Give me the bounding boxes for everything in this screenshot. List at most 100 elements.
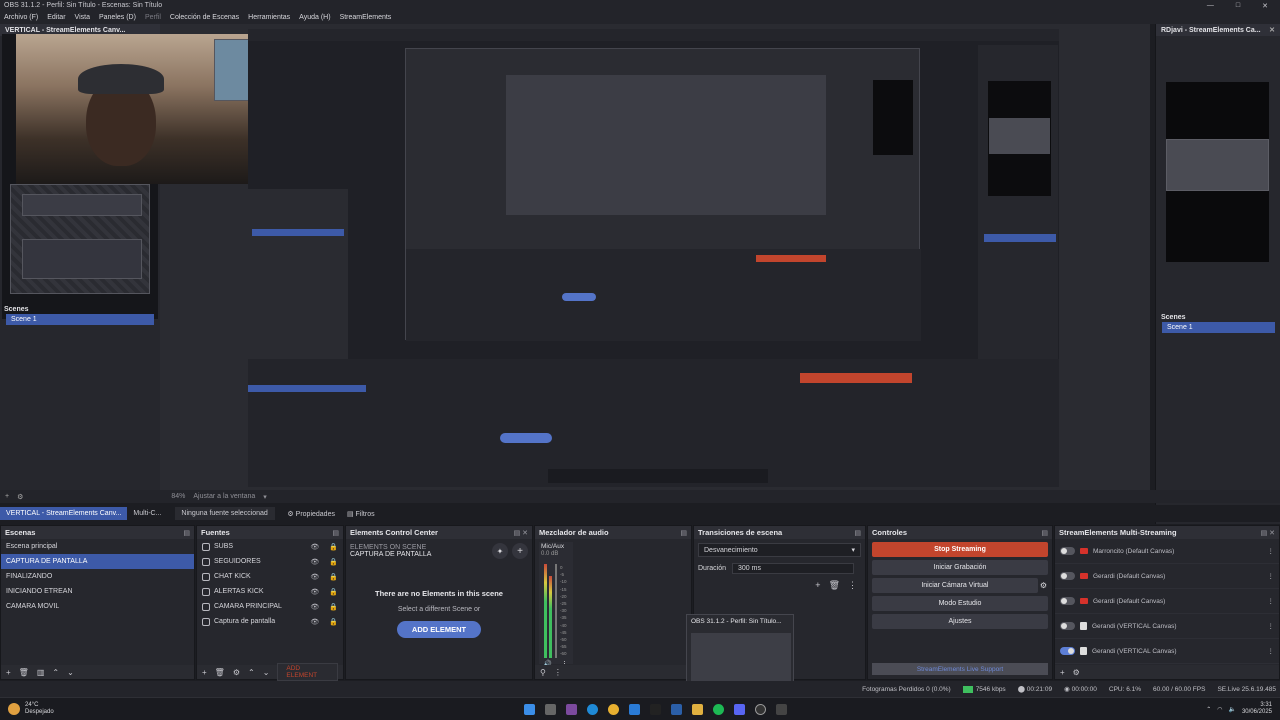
more-icon[interactable]: ⋮ <box>848 580 857 591</box>
eye-icon[interactable]: 👁 <box>310 558 319 566</box>
app-icon[interactable] <box>775 703 787 715</box>
lock-icon[interactable]: 🔒 <box>329 573 338 581</box>
more-icon[interactable]: ⋮ <box>1268 647 1275 655</box>
filter-icon[interactable]: ▥ <box>37 668 45 677</box>
mail-icon[interactable] <box>628 703 640 715</box>
edge-icon[interactable] <box>586 703 598 715</box>
taskbar-preview-tooltip[interactable]: OBS 31.1.2 - Perfil: Sin Título... <box>686 614 794 688</box>
maximize-button[interactable]: □ <box>1236 2 1240 10</box>
menu-coleccion[interactable]: Colección de Escenas <box>170 14 239 21</box>
chrome-icon[interactable] <box>607 703 619 715</box>
link-icon[interactable]: ⚲ <box>540 668 546 677</box>
fit-option[interactable]: Ajustar a la ventana <box>193 493 255 500</box>
menu-vista[interactable]: Vista <box>75 14 90 21</box>
stop-streaming-button[interactable]: Stop Streaming <box>872 542 1048 557</box>
more-icon[interactable]: ⋮ <box>1268 547 1275 555</box>
move-up-icon[interactable]: ⌃ <box>52 668 59 677</box>
start-icon[interactable] <box>523 703 535 715</box>
eye-icon[interactable]: 👁 <box>310 588 319 596</box>
clock-time[interactable]: 3:31 <box>1242 702 1272 709</box>
stream-toggle[interactable] <box>1060 547 1075 555</box>
eye-icon[interactable]: 👁 <box>310 573 319 581</box>
menu-archivo[interactable]: Archivo (F) <box>4 14 38 21</box>
menu-paneles[interactable]: Paneles (D) <box>99 14 136 21</box>
magic-icon[interactable]: ✦ <box>492 543 508 559</box>
tab-vertical[interactable]: VERTICAL - StreamElements Canv... <box>0 507 128 520</box>
menu-ayuda[interactable]: Ayuda (H) <box>299 14 330 21</box>
stream-toggle[interactable] <box>1060 622 1075 630</box>
eye-icon[interactable]: 👁 <box>310 543 319 551</box>
source-item[interactable]: CAMARA PRINCIPAL 👁 🔒 <box>197 599 343 614</box>
eye-icon[interactable]: 👁 <box>310 603 319 611</box>
move-down-icon[interactable]: ⌄ <box>263 668 270 677</box>
scene-item[interactable]: INICIANDO ETREAN <box>1 584 194 599</box>
stream-toggle[interactable] <box>1060 597 1075 605</box>
close-button[interactable]: ✕ <box>1262 2 1268 10</box>
move-down-icon[interactable]: ⌄ <box>67 668 74 677</box>
zoom-level[interactable]: 84% <box>171 493 185 500</box>
properties-button[interactable]: ⚙ Propiedades <box>281 507 341 521</box>
eye-icon[interactable]: 👁 <box>310 618 319 626</box>
rdjavi-close-icon[interactable]: ✕ <box>1269 26 1275 34</box>
settings-button[interactable]: Ajustes <box>872 614 1048 629</box>
gear-icon[interactable]: ⚙ <box>233 668 240 677</box>
more-icon[interactable]: ⋮ <box>1268 597 1275 605</box>
add-icon[interactable]: + <box>815 580 820 591</box>
add-scene-icon[interactable]: + <box>6 668 11 677</box>
volume-icon[interactable]: 🔈 <box>1228 706 1235 713</box>
lock-icon[interactable]: 🔒 <box>329 558 338 566</box>
scene-item[interactable]: CAMARA MOVIL <box>1 599 194 614</box>
transition-select[interactable]: Desvanecimiento ▾ <box>698 543 861 557</box>
add-icon[interactable]: + <box>512 543 528 559</box>
menu-editar[interactable]: Editar <box>47 14 65 21</box>
add-element-button[interactable]: ADD ELEMENT <box>397 621 481 638</box>
more-icon[interactable]: ⋮ <box>1268 572 1275 580</box>
discord-icon[interactable] <box>733 703 745 715</box>
store-icon[interactable] <box>670 703 682 715</box>
studio-mode-button[interactable]: Modo Estudio <box>872 596 1048 611</box>
rdjavi-scene-item[interactable]: Scene 1 <box>1162 322 1275 333</box>
duration-input[interactable]: 300 ms <box>732 563 855 574</box>
clock-date[interactable]: 30/06/2025 <box>1242 709 1272 716</box>
start-recording-button[interactable]: Iniciar Grabación <box>872 560 1048 575</box>
chevron-down-icon[interactable]: ▾ <box>263 493 267 501</box>
gear-icon[interactable]: ⚙ <box>1040 581 1047 590</box>
lock-icon[interactable]: 🔒 <box>329 543 338 551</box>
source-item[interactable]: Captura de pantalla 👁 🔒 <box>197 614 343 629</box>
menu-herramientas[interactable]: Herramientas <box>248 14 290 21</box>
source-item[interactable]: SUBS 👁 🔒 <box>197 539 343 554</box>
remove-scene-icon[interactable]: 🗑 <box>19 668 29 677</box>
move-up-icon[interactable]: ⌃ <box>248 668 255 677</box>
tab-multi[interactable]: Multi-C... <box>127 507 167 520</box>
add-icon[interactable]: + <box>5 493 9 500</box>
stream-toggle[interactable] <box>1060 572 1075 580</box>
source-item[interactable]: ALERTAS KICK 👁 🔒 <box>197 584 343 599</box>
scene-item-selected[interactable]: CAPTURA DE PANTALLA <box>1 554 194 569</box>
scene-item[interactable]: FINALIZANDO <box>1 569 194 584</box>
add-icon[interactable]: + <box>1060 668 1065 677</box>
more-icon[interactable]: ⋮ <box>1268 622 1275 630</box>
lock-icon[interactable]: 🔒 <box>329 588 338 596</box>
minimize-button[interactable]: — <box>1207 2 1214 10</box>
folder-icon[interactable] <box>691 703 703 715</box>
wifi-icon[interactable]: ◠ <box>1217 706 1222 713</box>
gear-icon[interactable]: ⚙ <box>1073 668 1080 677</box>
filters-button[interactable]: ▤ Filtros <box>341 507 381 521</box>
menu-perfil[interactable]: Perfil <box>145 14 161 21</box>
vertical-scene-item[interactable]: Scene 1 <box>6 314 154 325</box>
live-support-button[interactable]: StreamElements Live Support <box>872 663 1048 675</box>
lock-icon[interactable]: 🔒 <box>329 603 338 611</box>
scene-item[interactable]: Escena principal <box>1 539 194 554</box>
search-icon[interactable] <box>544 703 556 715</box>
source-item[interactable]: CHAT KICK 👁 🔒 <box>197 569 343 584</box>
source-item[interactable]: SEGUIDORES 👁 🔒 <box>197 554 343 569</box>
virtual-camera-button[interactable]: Iniciar Cámara Virtual <box>872 578 1038 593</box>
stream-toggle-on[interactable] <box>1060 647 1075 655</box>
settings-icon[interactable]: ⚙ <box>17 493 23 501</box>
obs-icon[interactable] <box>754 703 766 715</box>
app-icon[interactable] <box>565 703 577 715</box>
lock-icon[interactable]: 🔒 <box>329 618 338 626</box>
spotify-icon[interactable] <box>712 703 724 715</box>
weather-widget[interactable]: 24°C Despejado <box>8 702 54 716</box>
add-element-footer-button[interactable]: ADD ELEMENT <box>277 663 338 681</box>
